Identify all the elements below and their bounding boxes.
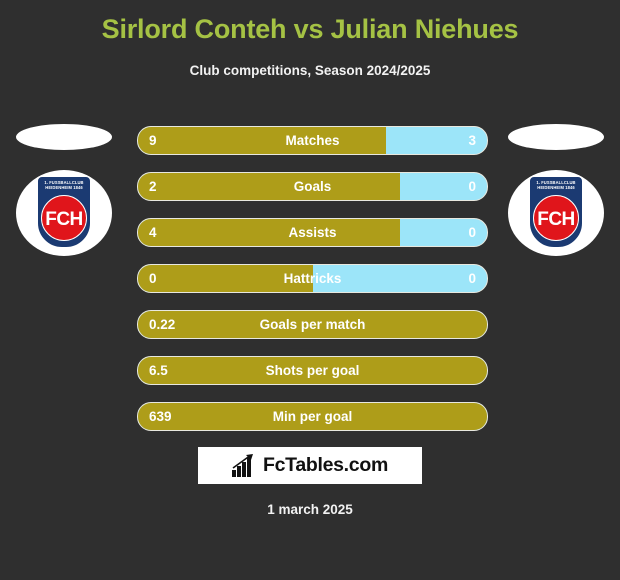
stat-label: Goals bbox=[293, 179, 332, 194]
stat-away-value: 3 bbox=[468, 133, 476, 148]
brand-logo[interactable]: FcTables.com bbox=[198, 447, 422, 484]
shield-club-name: 1. FUSSBALLCLUB HEIDENHEIM 1846 bbox=[38, 180, 90, 191]
stat-label: Assists bbox=[288, 225, 337, 240]
badge-disc: 1. FUSSBALLCLUB HEIDENHEIM 1846 FCH bbox=[508, 170, 604, 256]
stat-row: 4 Assists 0 bbox=[137, 218, 488, 247]
shield-icon: 1. FUSSBALLCLUB HEIDENHEIM 1846 FCH bbox=[36, 175, 92, 249]
page-subtitle: Club competitions, Season 2024/2025 bbox=[189, 63, 431, 78]
shield-initials: FCH bbox=[537, 209, 575, 230]
shield-club-name: 1. FUSSBALLCLUB HEIDENHEIM 1846 bbox=[530, 180, 582, 191]
badge-disc: 1. FUSSBALLCLUB HEIDENHEIM 1846 FCH bbox=[16, 170, 112, 256]
shield-circle: FCH bbox=[41, 195, 87, 241]
stat-row: 639 Min per goal bbox=[137, 402, 488, 431]
stat-label: Goals per match bbox=[259, 317, 366, 332]
footer-date: 1 march 2025 bbox=[267, 502, 353, 517]
stat-label: Matches bbox=[285, 133, 340, 148]
shield-club-name-line2: HEIDENHEIM 1846 bbox=[537, 185, 575, 191]
stat-away-value: 0 bbox=[468, 179, 476, 194]
shield-initials: FCH bbox=[45, 209, 83, 230]
stat-row: 0.22 Goals per match bbox=[137, 310, 488, 339]
stat-label: Hattricks bbox=[283, 271, 342, 286]
badge-top-ellipse bbox=[16, 124, 112, 150]
stat-row: 9 Matches 3 bbox=[137, 126, 488, 155]
away-club-badge: 1. FUSSBALLCLUB HEIDENHEIM 1846 FCH bbox=[502, 122, 610, 257]
badge-top-ellipse bbox=[508, 124, 604, 150]
home-club-badge: 1. FUSSBALLCLUB HEIDENHEIM 1846 FCH bbox=[10, 122, 118, 257]
stat-label: Min per goal bbox=[272, 409, 353, 424]
bar-chart-arrow-icon bbox=[232, 454, 253, 477]
brand-text: FcTables.com bbox=[263, 454, 388, 476]
shield-club-name-line2: HEIDENHEIM 1846 bbox=[45, 185, 83, 191]
stat-away-value: 0 bbox=[468, 225, 476, 240]
stat-away-value: 0 bbox=[468, 271, 476, 286]
shield-circle: FCH bbox=[533, 195, 579, 241]
page-title: Sirlord Conteh vs Julian Niehues bbox=[101, 14, 519, 44]
shield-icon: 1. FUSSBALLCLUB HEIDENHEIM 1846 FCH bbox=[528, 175, 584, 249]
stat-row: 0 Hattricks 0 bbox=[137, 264, 488, 293]
stat-comparison-list: 9 Matches 3 2 Goals 0 4 Assists 0 0 Hattricks 0 0.22… bbox=[137, 126, 488, 448]
stat-row: 2 Goals 0 bbox=[137, 172, 488, 201]
stat-label: Shots per goal bbox=[265, 363, 360, 378]
stat-row: 6.5 Shots per goal bbox=[137, 356, 488, 385]
